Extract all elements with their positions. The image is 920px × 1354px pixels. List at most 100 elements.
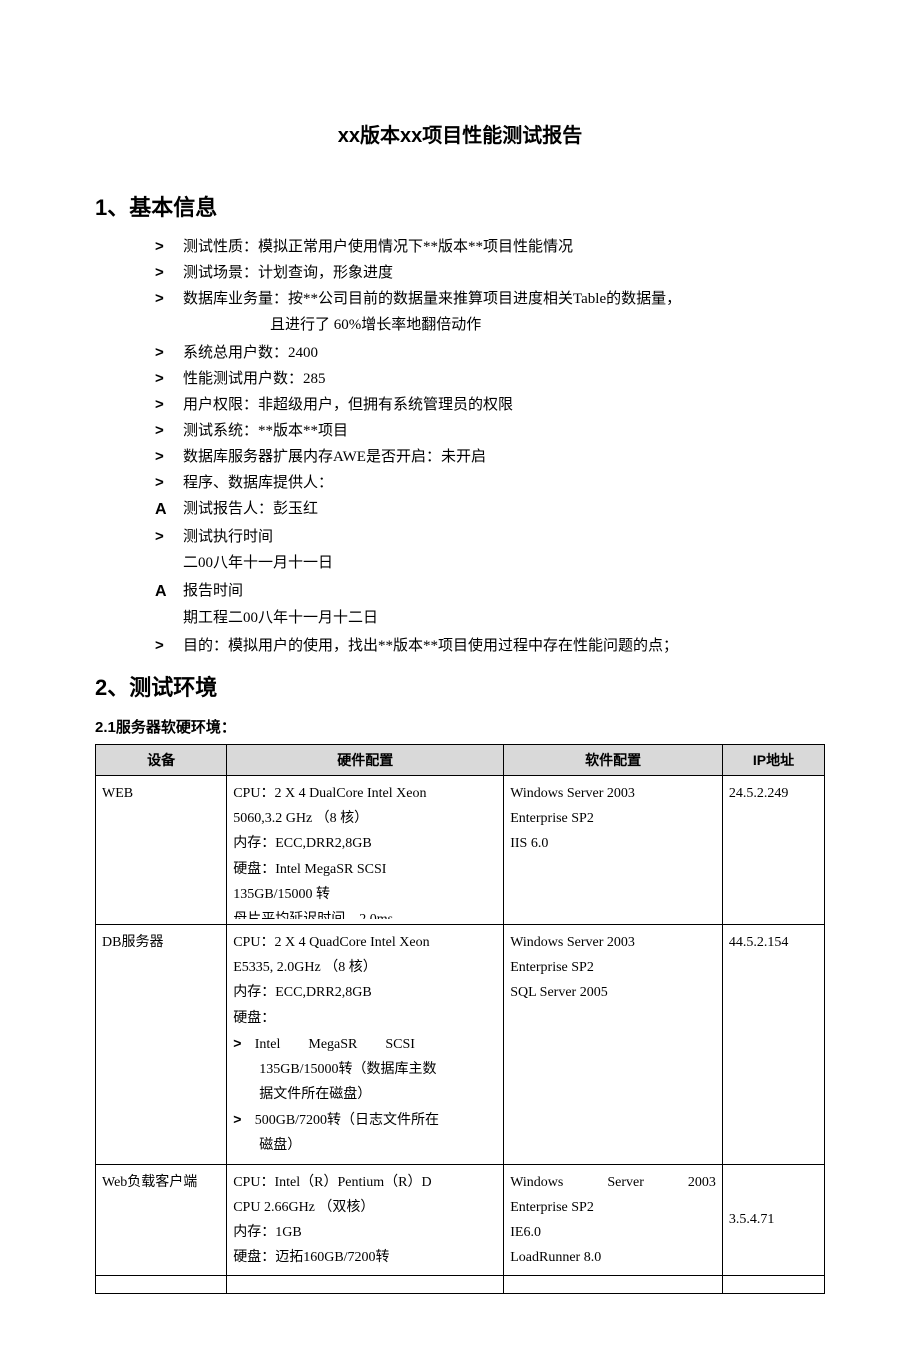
hw-line: 硬盘：迈拓160GB/7200转 bbox=[233, 1245, 497, 1270]
sw-line: Windows Server 2003 bbox=[510, 1170, 716, 1195]
hw-line: CPU：2 X 4 DualCore Intel Xeon bbox=[233, 781, 497, 806]
basic-info-list-4: >目的：模拟用户的使用，找出**版本**项目使用过程中存在性能问题的点； bbox=[155, 634, 825, 658]
cell-hardware: CPU：2 X 4 QuadCore Intel Xeon E5335, 2.0… bbox=[227, 924, 504, 1164]
hw-line: 硬盘：Intel MegaSR SCSI bbox=[233, 857, 497, 882]
hw-line: 硬盘： bbox=[233, 1006, 497, 1031]
item-text: 测试执行时间 bbox=[183, 525, 825, 549]
hw-line: 母片平均延迟时间，2.0ms bbox=[233, 907, 497, 919]
sw-line: Enterprise SP2 bbox=[510, 955, 716, 980]
bullet-icon: > bbox=[155, 471, 183, 495]
continuation-text: 且进行了 60%增长率地翻倍动作 bbox=[270, 313, 825, 337]
list-item: A报告时间 bbox=[155, 579, 825, 605]
hw-bullet-line: 500GB/7200转（日志文件所在 bbox=[255, 1113, 439, 1128]
item-text: 用户权限：非超级用户，但拥有系统管理员的权限 bbox=[183, 393, 825, 417]
table-row: Web负载客户端 CPU：Intel（R）Pentium（R）D CPU 2.6… bbox=[96, 1164, 825, 1276]
sw-line: Windows Server 2003 bbox=[510, 781, 716, 806]
hw-bullet-line: 磁盘） bbox=[259, 1133, 497, 1158]
item-text: 系统总用户数：2400 bbox=[183, 341, 825, 365]
cell-hardware: CPU：2 X 4 DualCore Intel Xeon 5060,3.2 G… bbox=[227, 775, 504, 924]
item-text: 性能测试用户数：285 bbox=[183, 367, 825, 391]
item-text: 测试系统：**版本**项目 bbox=[183, 419, 825, 443]
cell-software: Windows Server 2003 Enterprise SP2 IIS 6… bbox=[504, 775, 723, 924]
hw-line: CPU：Intel（R）Pentium（R）D bbox=[233, 1170, 497, 1195]
hw-bullet-line: Intel MegaSR SCSI bbox=[255, 1037, 415, 1052]
item-text: 程序、数据库提供人： bbox=[183, 471, 825, 495]
subsection-2-1-heading: 2.1服务器软硬环境： bbox=[95, 716, 825, 740]
item-text: 数据库服务器扩展内存AWE是否开启：未开启 bbox=[183, 445, 825, 469]
cell-device: WEB bbox=[96, 775, 227, 924]
sw-line: LoadRunner 8.0 bbox=[510, 1245, 716, 1270]
hw-bullet-line: 据文件所在磁盘） bbox=[259, 1082, 497, 1107]
hw-line: 5060,3.2 GHz （8 核） bbox=[233, 806, 497, 831]
cell-device: Web负载客户端 bbox=[96, 1164, 227, 1276]
col-software: 软件配置 bbox=[504, 744, 723, 775]
table-row: WEB CPU：2 X 4 DualCore Intel Xeon 5060,3… bbox=[96, 775, 825, 924]
list-item: >测试性质：模拟正常用户使用情况下**版本**项目性能情况 bbox=[155, 235, 825, 259]
hw-line: CPU 2.66GHz （双核） bbox=[233, 1195, 497, 1220]
hw-line: E5335, 2.0GHz （8 核） bbox=[233, 955, 497, 980]
bullet-icon: > bbox=[233, 1107, 251, 1132]
hw-line: CPU：2 X 4 QuadCore Intel Xeon bbox=[233, 930, 497, 955]
sw-line: Enterprise SP2 bbox=[510, 1195, 716, 1220]
list-item: >测试系统：**版本**项目 bbox=[155, 419, 825, 443]
hw-bullet-line: 135GB/15000转（数据库主数 bbox=[259, 1057, 497, 1082]
col-ip: IP地址 bbox=[722, 744, 824, 775]
section-1-heading: 1、基本信息 bbox=[95, 190, 825, 225]
list-item: >数据库业务量：按**公司目前的数据量来推算项目进度相关Table的数据量， bbox=[155, 287, 825, 311]
table-row: DB服务器 CPU：2 X 4 QuadCore Intel Xeon E533… bbox=[96, 924, 825, 1164]
cell-software: Windows Server 2003 Enterprise SP2 SQL S… bbox=[504, 924, 723, 1164]
cell-ip: 3.5.4.71 bbox=[722, 1164, 824, 1276]
basic-info-list: >测试性质：模拟正常用户使用情况下**版本**项目性能情况 >测试场景：计划查询… bbox=[155, 235, 825, 311]
table-row-empty bbox=[96, 1276, 825, 1294]
continuation-text: 二00八年十一月十一日 bbox=[183, 551, 825, 575]
cell-hardware: CPU：Intel（R）Pentium（R）D CPU 2.66GHz （双核）… bbox=[227, 1164, 504, 1276]
cell-ip: 44.5.2.154 bbox=[722, 924, 824, 1164]
sw-line: IIS 6.0 bbox=[510, 831, 716, 856]
bullet-icon: > bbox=[155, 525, 183, 549]
item-text: 报告时间 bbox=[183, 579, 825, 603]
cell-software: Windows Server 2003 Enterprise SP2 IE6.0… bbox=[504, 1164, 723, 1276]
list-item: A测试报告人：彭玉红 bbox=[155, 497, 825, 523]
sw-line: IE6.0 bbox=[510, 1220, 716, 1245]
bullet-icon: > bbox=[155, 261, 183, 285]
bullet-icon: > bbox=[155, 445, 183, 469]
hw-line: 内存：1GB bbox=[233, 1220, 497, 1245]
item-text: 测试报告人：彭玉红 bbox=[183, 497, 825, 521]
bullet-icon: > bbox=[155, 235, 183, 259]
continuation-text: 期工程二00八年十一月十二日 bbox=[183, 606, 825, 630]
bullet-icon: > bbox=[155, 393, 183, 417]
hw-line: 内存：ECC,DRR2,8GB bbox=[233, 980, 497, 1005]
bullet-icon: A bbox=[155, 497, 183, 523]
col-hardware: 硬件配置 bbox=[227, 744, 504, 775]
sw-line: Windows Server 2003 bbox=[510, 930, 716, 955]
basic-info-list-2: >系统总用户数：2400 >性能测试用户数：285 >用户权限：非超级用户，但拥… bbox=[155, 341, 825, 549]
list-item: >测试场景：计划查询，形象进度 bbox=[155, 261, 825, 285]
hw-line: 135GB/15000 转 bbox=[233, 882, 497, 907]
section-2-heading: 2、测试环境 bbox=[95, 670, 825, 705]
list-item: >测试执行时间 bbox=[155, 525, 825, 549]
basic-info-list-3: A报告时间 bbox=[155, 579, 825, 605]
cell-ip: 24.5.2.249 bbox=[722, 775, 824, 924]
item-text: 数据库业务量：按**公司目前的数据量来推算项目进度相关Table的数据量， bbox=[183, 287, 825, 311]
list-item: >用户权限：非超级用户，但拥有系统管理员的权限 bbox=[155, 393, 825, 417]
item-text: 目的：模拟用户的使用，找出**版本**项目使用过程中存在性能问题的点； bbox=[183, 634, 825, 658]
bullet-icon: > bbox=[233, 1031, 251, 1056]
document-title: xx版本xx项目性能测试报告 bbox=[95, 120, 825, 152]
item-text: 测试性质：模拟正常用户使用情况下**版本**项目性能情况 bbox=[183, 235, 825, 259]
item-text: 测试场景：计划查询，形象进度 bbox=[183, 261, 825, 285]
hw-line: 内存：ECC,DRR2,8GB bbox=[233, 831, 497, 856]
list-item: >性能测试用户数：285 bbox=[155, 367, 825, 391]
bullet-icon: A bbox=[155, 579, 183, 605]
bullet-icon: > bbox=[155, 287, 183, 311]
sw-line: Enterprise SP2 bbox=[510, 806, 716, 831]
bullet-icon: > bbox=[155, 634, 183, 658]
sw-line: SQL Server 2005 bbox=[510, 980, 716, 1005]
server-env-table: 设备 硬件配置 软件配置 IP地址 WEB CPU：2 X 4 DualCore… bbox=[95, 744, 825, 1295]
bullet-icon: > bbox=[155, 341, 183, 365]
list-item: >系统总用户数：2400 bbox=[155, 341, 825, 365]
bullet-icon: > bbox=[155, 419, 183, 443]
col-device: 设备 bbox=[96, 744, 227, 775]
list-item: >数据库服务器扩展内存AWE是否开启：未开启 bbox=[155, 445, 825, 469]
list-item: >程序、数据库提供人： bbox=[155, 471, 825, 495]
cell-device: DB服务器 bbox=[96, 924, 227, 1164]
